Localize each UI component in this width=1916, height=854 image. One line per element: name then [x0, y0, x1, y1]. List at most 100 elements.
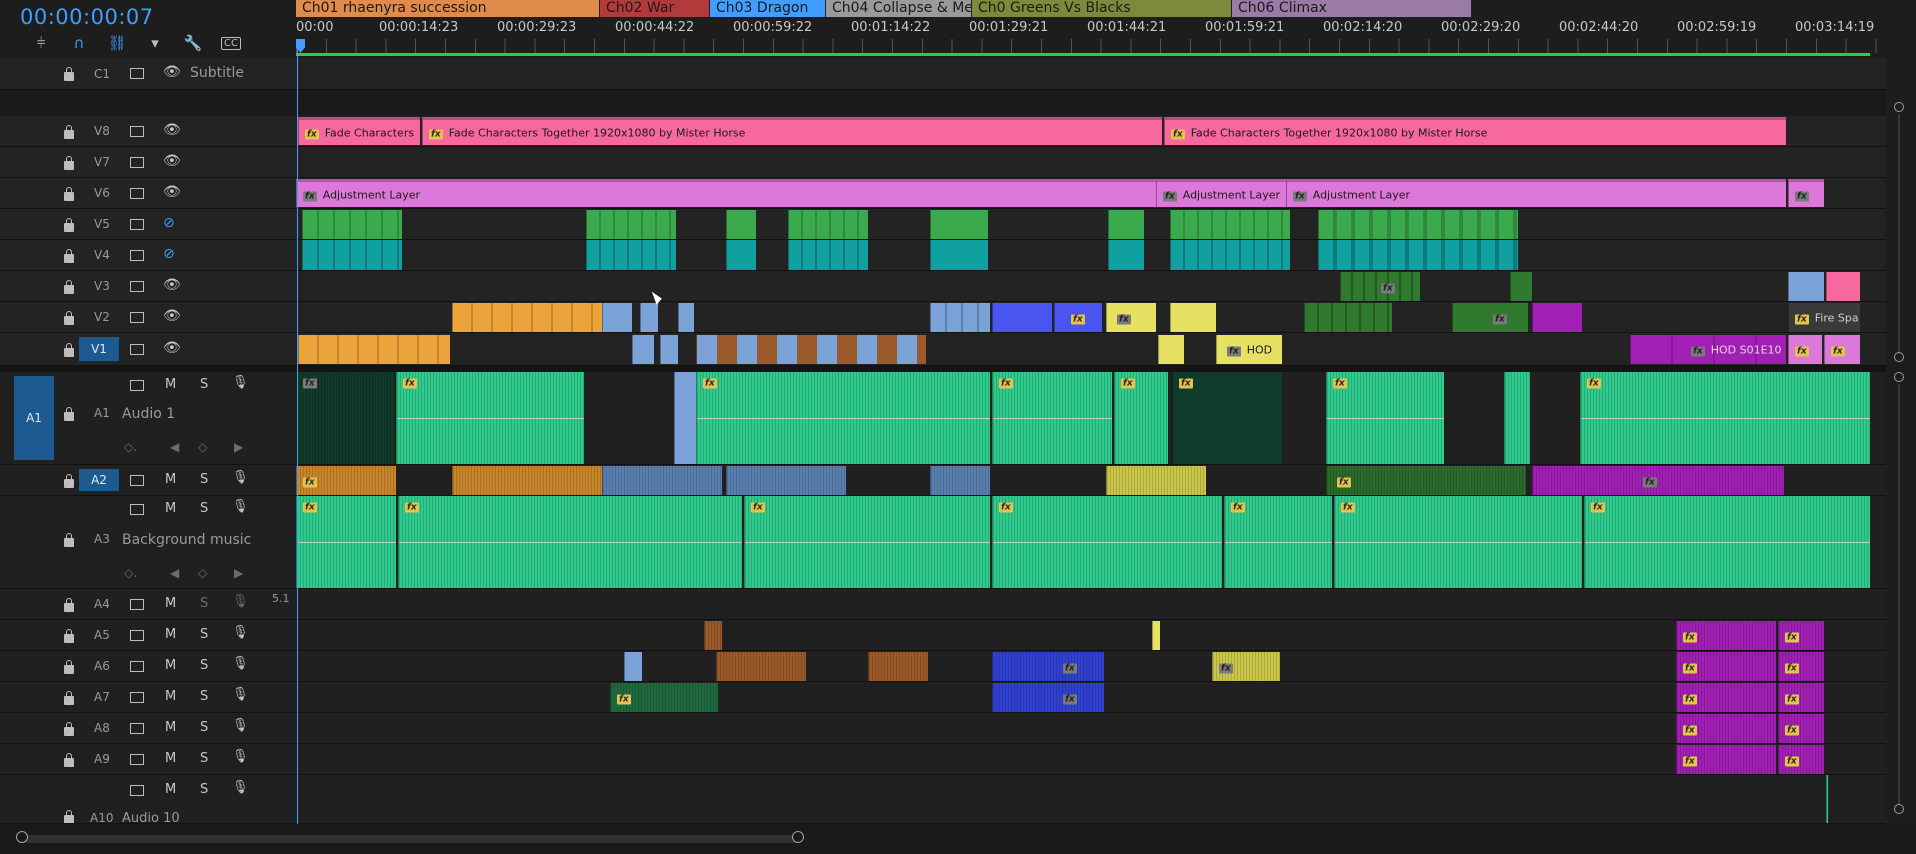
clip-a1-3[interactable]: [674, 372, 696, 464]
lock-icon[interactable]: [64, 156, 74, 170]
eye-icon[interactable]: 👁: [163, 64, 181, 80]
clip-a5-4[interactable]: fx: [1778, 621, 1824, 650]
lock-icon[interactable]: [64, 691, 74, 705]
solo-button[interactable]: S: [200, 596, 208, 611]
clip-v2-9[interactable]: [1170, 303, 1216, 332]
lock-icon[interactable]: [64, 629, 74, 643]
clip-a7-2[interactable]: fx: [992, 683, 1104, 712]
lock-icon[interactable]: [64, 343, 74, 357]
target-track-v1[interactable]: V1: [79, 337, 119, 361]
solo-button[interactable]: S: [200, 751, 208, 766]
mute-button[interactable]: M: [165, 658, 176, 673]
playhead-line[interactable]: [297, 40, 298, 824]
clip-a9-2[interactable]: fx: [1778, 745, 1824, 774]
clip-fade-characters-together-2[interactable]: fx Fade Characters Together 1920x1080 by …: [1164, 117, 1786, 145]
lock-icon[interactable]: [64, 67, 74, 81]
add-keyframe-icon[interactable]: ◇: [198, 566, 207, 580]
clip-v1-2[interactable]: [632, 335, 654, 364]
clip-v3-4[interactable]: [1826, 272, 1860, 301]
track-lane-a8[interactable]: fx fx: [296, 713, 1886, 744]
clip-a2-7[interactable]: fx: [1326, 466, 1526, 495]
zoom-scroll-track[interactable]: [22, 835, 798, 843]
clip-a3-7[interactable]: fx: [1584, 496, 1870, 588]
next-keyframe-icon[interactable]: ▶: [234, 440, 243, 454]
marker-ch03[interactable]: Ch03 Dragon: [710, 0, 826, 17]
clip-a2-2[interactable]: [452, 466, 602, 495]
track-lane-a6[interactable]: fx fx fx fx: [296, 651, 1886, 682]
clip-group-v5-4[interactable]: [788, 210, 868, 239]
zoom-handle-right[interactable]: [792, 831, 804, 843]
clip-a2-1[interactable]: fx: [296, 466, 396, 495]
clip-v5-5[interactable]: [930, 210, 988, 239]
clip-fade-characters[interactable]: fx Fade Characters: [298, 117, 420, 145]
mute-button[interactable]: M: [165, 377, 176, 392]
clip-v2-7[interactable]: fx: [1054, 303, 1102, 332]
clip-group-v4-7[interactable]: [1170, 240, 1290, 270]
eye-icon[interactable]: 👁: [163, 277, 181, 293]
clip-adjustment-layer-4[interactable]: fx: [1788, 179, 1824, 207]
track-lane-v1[interactable]: fx HOD fx HOD S01E10 fx fx: [296, 333, 1886, 366]
mute-button[interactable]: M: [165, 627, 176, 642]
clip-group-v4-2[interactable]: [586, 240, 676, 270]
clip-v5-6[interactable]: [1108, 210, 1144, 239]
microphone-icon[interactable]: 🎙: [232, 375, 249, 390]
vertical-scrollbar[interactable]: [1886, 58, 1916, 824]
clip-a1-2[interactable]: fx: [396, 372, 584, 464]
track-lane-a2[interactable]: fx fx fx: [296, 465, 1886, 496]
clip-a6-1[interactable]: [624, 652, 642, 681]
microphone-icon[interactable]: 🎙: [232, 470, 249, 485]
clip-a9-1[interactable]: fx: [1676, 745, 1776, 774]
clip-a1-10[interactable]: fx: [1580, 372, 1870, 464]
lock-icon[interactable]: [64, 249, 74, 263]
clip-a2-8[interactable]: fx: [1532, 466, 1784, 495]
clip-v2-11[interactable]: fx: [1452, 303, 1528, 332]
clip-a8-1[interactable]: fx: [1676, 714, 1776, 743]
mute-button[interactable]: M: [165, 782, 176, 797]
marker-ch04[interactable]: Ch04 Collapse & Mess: [826, 0, 972, 17]
marker-ch05[interactable]: Ch0 Greens Vs Blacks: [972, 0, 1232, 17]
clip-a5-3[interactable]: fx: [1676, 621, 1776, 650]
track-lane-a4[interactable]: [296, 589, 1886, 620]
clip-v1-3[interactable]: [660, 335, 678, 364]
solo-button[interactable]: S: [200, 377, 208, 392]
clip-a1-7[interactable]: fx: [1172, 372, 1282, 464]
captions-icon[interactable]: CC: [212, 32, 250, 54]
sync-lock-icon[interactable]: [130, 599, 144, 610]
linked-selection-icon[interactable]: ⛓: [98, 32, 136, 54]
clip-a2-4[interactable]: [726, 466, 846, 495]
marker-ch02[interactable]: Ch02 War: [600, 0, 710, 17]
clip-group-v2-1[interactable]: [452, 303, 602, 332]
lock-icon[interactable]: [64, 125, 74, 139]
sync-lock-icon[interactable]: [130, 723, 144, 734]
clip-v2-12[interactable]: [1532, 303, 1582, 332]
clip-v2-6[interactable]: [992, 303, 1052, 332]
clip-a7-4[interactable]: fx: [1778, 683, 1824, 712]
eye-icon[interactable]: 👁: [163, 340, 181, 356]
clip-a6-4[interactable]: fx: [992, 652, 1104, 681]
solo-button[interactable]: S: [200, 720, 208, 735]
clip-a6-6[interactable]: fx: [1676, 652, 1776, 681]
clip-fade-characters-together[interactable]: fx Fade Characters Together 1920x1080 by …: [422, 117, 1162, 145]
track-lane-v4[interactable]: [296, 240, 1886, 271]
playhead-timecode[interactable]: 00:00:00:07: [20, 5, 154, 29]
clip-v3-3[interactable]: [1788, 272, 1824, 301]
clip-v4-6[interactable]: [1108, 240, 1144, 270]
sync-lock-icon[interactable]: [130, 188, 144, 199]
clip-v2-8[interactable]: fx: [1106, 303, 1156, 332]
video-scroll-handle-bottom[interactable]: [1894, 352, 1904, 362]
sync-lock-icon[interactable]: [130, 754, 144, 765]
clip-adjustment-layer[interactable]: fx Adjustment Layer: [296, 179, 1156, 207]
clip-adjustment-layer-2[interactable]: fx Adjustment Layer: [1156, 179, 1286, 207]
lock-icon[interactable]: [64, 311, 74, 325]
settings-wrench-icon[interactable]: 🔧: [174, 32, 212, 54]
microphone-icon[interactable]: 🎙: [232, 625, 249, 640]
sync-lock-icon[interactable]: [130, 661, 144, 672]
clip-a5-2[interactable]: [1152, 621, 1160, 650]
clip-hod-s01e10[interactable]: fx HOD S01E10: [1630, 335, 1786, 364]
clip-group-v1-4[interactable]: [696, 335, 926, 364]
clip-group-v5-8[interactable]: [1318, 210, 1518, 239]
add-keyframe-icon[interactable]: ◇: [198, 440, 207, 454]
target-track-a2[interactable]: A2: [79, 469, 119, 491]
sync-lock-icon[interactable]: [130, 380, 144, 391]
eye-icon[interactable]: 👁: [163, 122, 181, 138]
